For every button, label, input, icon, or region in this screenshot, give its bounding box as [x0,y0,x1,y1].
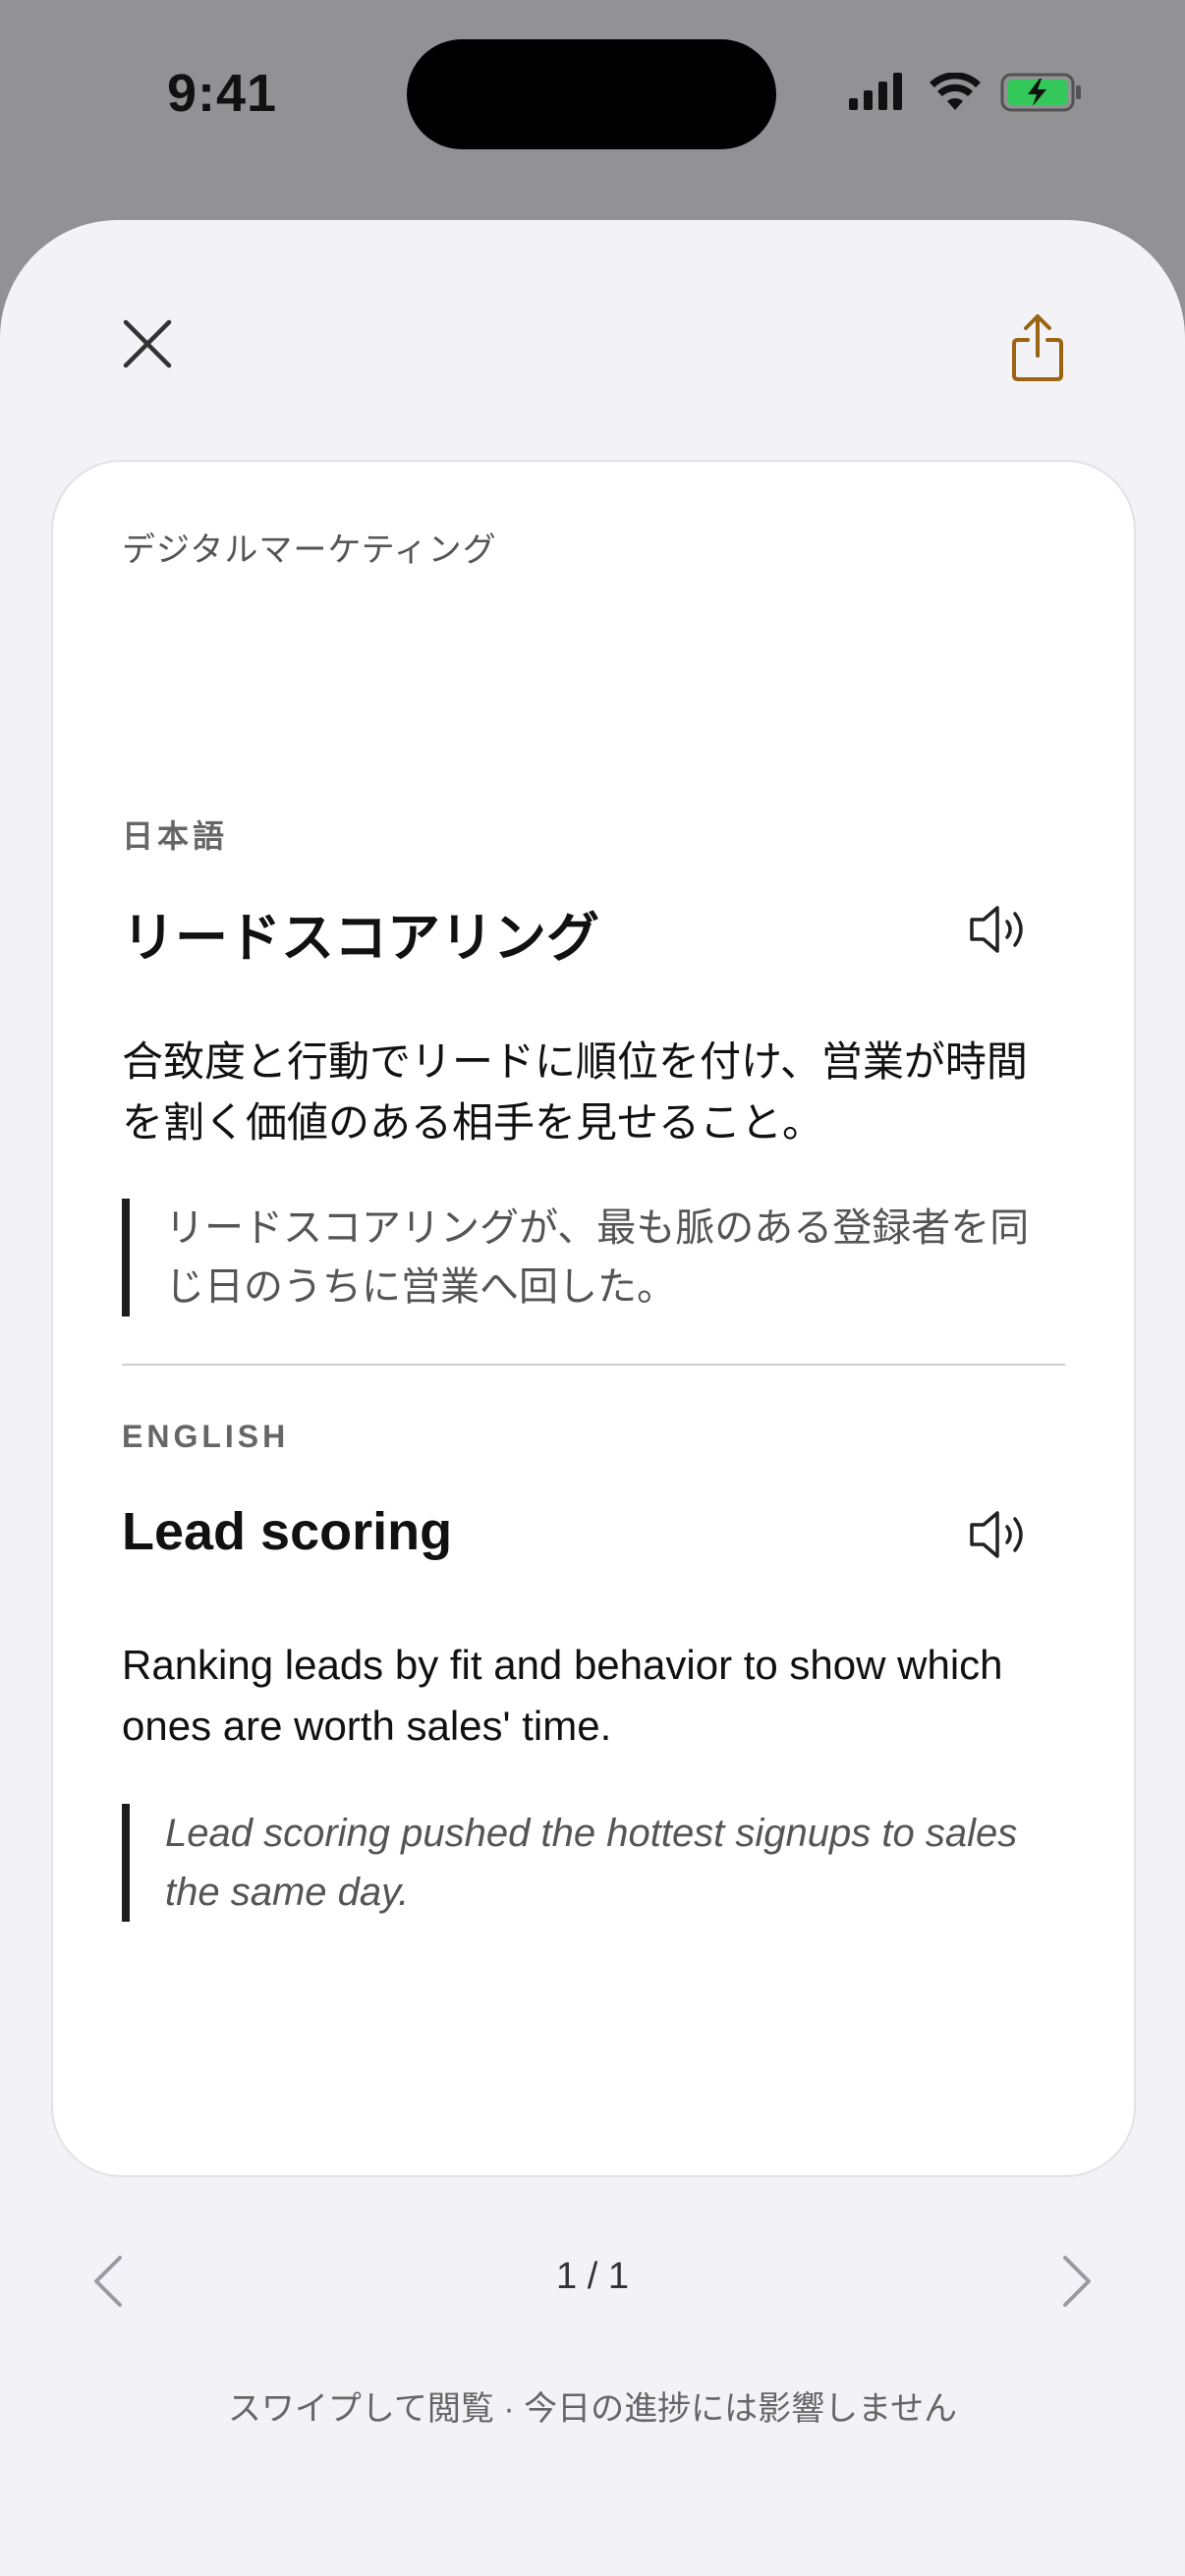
english-example-quote: Lead scoring pushed the hottest signups … [122,1804,1065,1922]
japanese-term: リードスコアリング [122,909,599,968]
english-term: Lead scoring [122,1502,453,1561]
speaker-icon[interactable] [968,902,1031,957]
share-icon[interactable] [1008,312,1067,383]
battery-charging-icon [1000,73,1081,112]
status-bar: 9:41 [0,0,1185,196]
dynamic-island [407,39,776,149]
japanese-example-quote: リードスコアリングが、最も脈のある登録者を同じ日のうちに営業へ回した。 [122,1199,1065,1316]
chevron-left-icon[interactable] [90,2254,126,2309]
category-label: デジタルマーケティング [122,532,497,569]
status-time: 9:41 [167,64,278,123]
speaker-icon[interactable] [968,1507,1031,1562]
page-indicator: 1 / 1 [556,2256,629,2297]
chevron-right-icon[interactable] [1059,2254,1095,2309]
cellular-signal-icon [849,73,902,110]
wifi-icon [930,73,981,110]
close-icon[interactable] [116,312,179,375]
english-section-label: ENGLISH [122,1419,290,1454]
section-divider [122,1364,1065,1366]
japanese-section-label: 日本語 [122,818,229,854]
japanese-definition: 合致度と行動でリードに順位を付け、営業が時間を割く価値のある相手を見せること。 [122,1038,1028,1146]
footer-note: スワイプして閲覧 · 今日の進捗には影響しません [227,2390,958,2428]
english-definition: Ranking leads by fit and behavior to sho… [122,1642,1003,1749]
status-icons [847,73,1083,120]
